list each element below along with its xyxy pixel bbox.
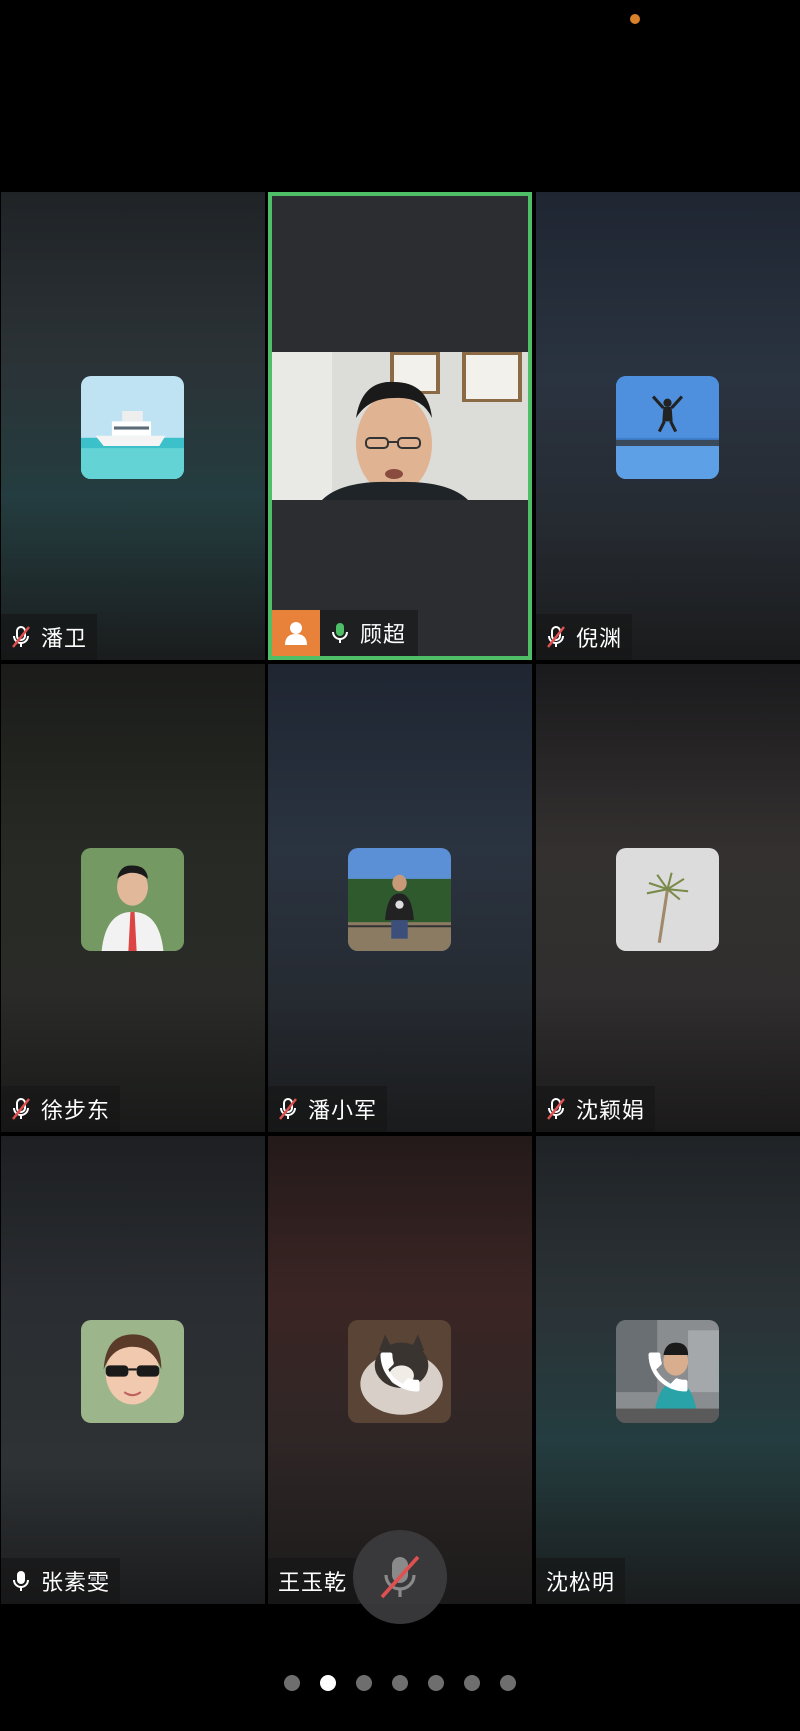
participant-avatar bbox=[81, 376, 184, 479]
phone-calling-icon bbox=[648, 1352, 688, 1392]
participant-tile[interactable]: 沈颖娟 bbox=[536, 664, 800, 1132]
mic-muted-icon bbox=[268, 1086, 308, 1132]
mic-muted-icon bbox=[380, 1555, 420, 1599]
participant-tile[interactable]: 徐步东 bbox=[1, 664, 265, 1132]
participant-name-tag: 张素雯 bbox=[1, 1558, 121, 1604]
participant-name-tag: 潘小军 bbox=[268, 1086, 388, 1132]
participant-avatar bbox=[348, 848, 451, 951]
page-dot[interactable] bbox=[500, 1675, 516, 1691]
page-dot[interactable] bbox=[356, 1675, 372, 1691]
participant-name-tag: 潘卫 bbox=[1, 614, 98, 660]
mic-muted-icon bbox=[1, 1086, 41, 1132]
mic-muted-icon bbox=[1, 614, 41, 660]
participant-name: 顾超 bbox=[360, 623, 407, 648]
page-dot[interactable] bbox=[428, 1675, 444, 1691]
participant-name: 沈颖娟 bbox=[576, 1099, 646, 1124]
participant-avatar bbox=[616, 848, 719, 951]
page-indicator bbox=[0, 1675, 800, 1691]
participant-name: 张素雯 bbox=[41, 1571, 111, 1596]
participant-tile[interactable]: 潘卫 bbox=[1, 192, 265, 660]
participant-name-tag: 徐步东 bbox=[1, 1086, 121, 1132]
participant-name: 徐步东 bbox=[41, 1099, 111, 1124]
participant-name: 沈松明 bbox=[546, 1571, 616, 1596]
mic-on-icon bbox=[1, 1558, 41, 1604]
participant-avatar bbox=[81, 1320, 184, 1423]
participant-tile[interactable]: 倪渊 bbox=[536, 192, 800, 660]
participant-name-tag: 沈松明 bbox=[536, 1558, 626, 1604]
participant-name-tag: 倪渊 bbox=[536, 614, 633, 660]
mute-toggle-button[interactable] bbox=[353, 1530, 447, 1624]
participant-name-tag: 顾超 bbox=[272, 610, 419, 656]
participant-tile-active-speaker[interactable]: 顾超 bbox=[268, 192, 532, 660]
participant-name: 潘小军 bbox=[308, 1099, 378, 1124]
host-badge bbox=[272, 610, 320, 656]
participant-video bbox=[272, 352, 528, 500]
status-indicator-dot bbox=[630, 14, 640, 24]
participant-name: 倪渊 bbox=[576, 627, 623, 652]
mic-on-icon bbox=[320, 610, 360, 656]
participant-name-tag: 沈颖娟 bbox=[536, 1086, 656, 1132]
participant-grid: 潘卫 顾超 倪渊 徐步东 潘小军 沈颖娟 张素雯 王玉乾 沈松明 bbox=[0, 192, 800, 1608]
mic-muted-icon bbox=[536, 1086, 576, 1132]
participant-name: 潘卫 bbox=[41, 627, 88, 652]
participant-name: 王玉乾 bbox=[278, 1571, 348, 1596]
participant-name-tag: 王玉乾 bbox=[268, 1558, 358, 1604]
page-dot[interactable] bbox=[392, 1675, 408, 1691]
participant-tile[interactable]: 潘小军 bbox=[268, 664, 532, 1132]
user-icon bbox=[285, 622, 307, 645]
participant-tile[interactable]: 张素雯 bbox=[1, 1136, 265, 1604]
page-dot[interactable] bbox=[284, 1675, 300, 1691]
participant-avatar bbox=[616, 376, 719, 479]
phone-calling-icon bbox=[380, 1352, 420, 1392]
page-dot[interactable] bbox=[464, 1675, 480, 1691]
page-dot-current[interactable] bbox=[320, 1675, 336, 1691]
mic-muted-icon bbox=[536, 614, 576, 660]
participant-avatar bbox=[81, 848, 184, 951]
participant-tile-calling[interactable]: 沈松明 bbox=[536, 1136, 800, 1604]
